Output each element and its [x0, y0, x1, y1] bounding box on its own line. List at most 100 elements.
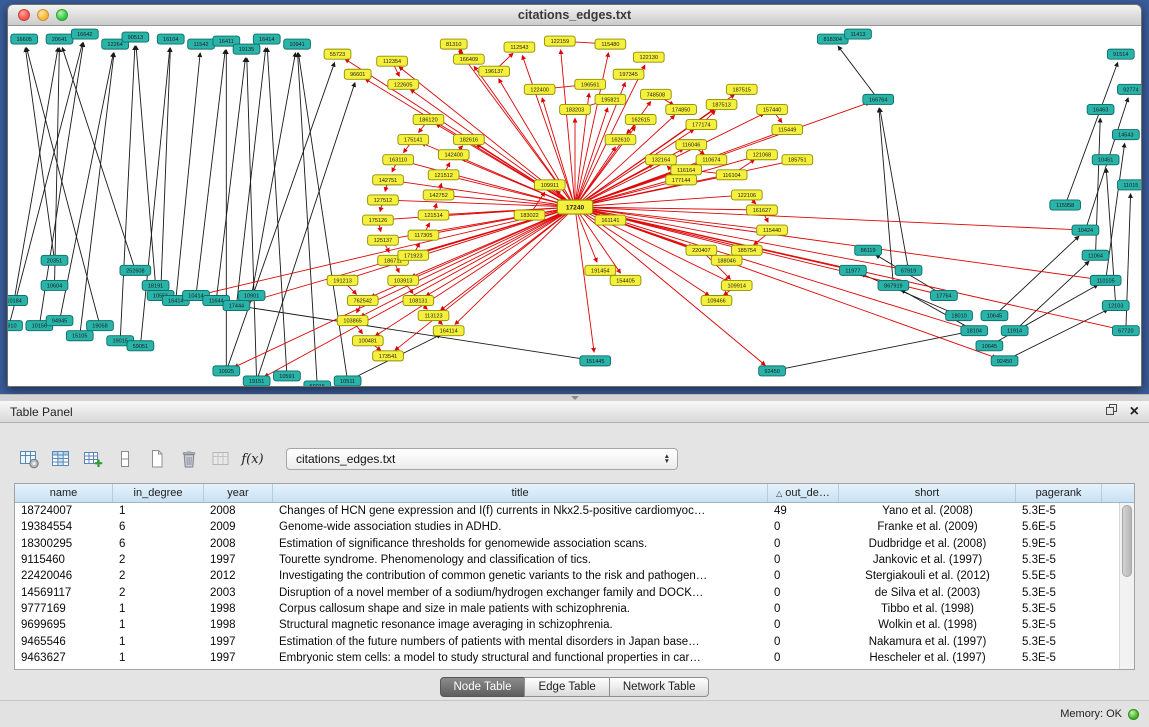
svg-text:10511: 10511	[340, 379, 355, 385]
table-cell: Disruption of a novel member of a sodium…	[273, 587, 768, 599]
table-row[interactable]: 946362711997Embryonic stem cells: a mode…	[15, 650, 1134, 666]
function-builder-icon[interactable]: f(x)	[240, 447, 265, 472]
table-row[interactable]: 946554611997Estimation of the future num…	[15, 633, 1134, 649]
svg-text:122106: 122106	[738, 193, 757, 199]
svg-text:16411: 16411	[219, 39, 234, 45]
svg-text:16414: 16414	[168, 299, 183, 305]
table-cell: Investigating the contribution of common…	[273, 570, 768, 582]
table-row[interactable]: 1938455462009Genome-wide association stu…	[15, 519, 1134, 535]
column-header-title[interactable]: title	[273, 484, 768, 502]
close-window-button[interactable]	[18, 9, 30, 21]
svg-text:10424: 10424	[1078, 228, 1093, 234]
column-header-in_degree[interactable]: in_degree	[113, 484, 204, 502]
svg-text:122159: 122159	[551, 39, 570, 45]
delete-icon[interactable]	[176, 447, 201, 472]
svg-text:16104: 16104	[163, 37, 178, 43]
minimize-window-button[interactable]	[37, 9, 49, 21]
splitter-handle-icon	[571, 396, 579, 400]
svg-text:162615: 162615	[631, 118, 650, 124]
table-cell: 2003	[204, 587, 273, 599]
table-row[interactable]: 2242004622012Investigating the contribut…	[15, 568, 1134, 584]
table-cell: 2009	[204, 521, 273, 533]
tab-node-table[interactable]: Node Table	[440, 677, 526, 697]
table-options-icon[interactable]	[16, 447, 41, 472]
svg-text:92450: 92450	[764, 369, 779, 375]
column-header-pagerank[interactable]: pagerank	[1016, 484, 1102, 502]
column-header-year[interactable]: year	[204, 484, 273, 502]
svg-text:11413: 11413	[850, 32, 865, 38]
svg-text:166764: 166764	[869, 97, 888, 103]
table-scrollbar-thumb[interactable]	[1122, 505, 1132, 577]
tab-network-table[interactable]: Network Table	[609, 677, 710, 697]
table-scrollbar[interactable]	[1119, 503, 1134, 669]
column-header-name[interactable]: name	[15, 484, 113, 502]
svg-text:175141: 175141	[404, 138, 423, 144]
svg-text:125137: 125137	[374, 238, 393, 244]
table-cell: 1997	[204, 636, 273, 648]
table-cell: Estimation of the future numbers of pati…	[273, 636, 768, 648]
column-header-out_de[interactable]: △out_de…	[768, 484, 839, 502]
svg-text:163110: 163110	[389, 158, 407, 164]
svg-text:175126: 175126	[369, 218, 388, 224]
panel-splitter[interactable]	[0, 394, 1149, 401]
svg-text:109466: 109466	[707, 299, 726, 305]
table-row[interactable]: 911546021997Tourette syndrome. Phenomeno…	[15, 552, 1134, 568]
svg-text:17444: 17444	[229, 304, 244, 310]
add-column-icon[interactable]	[80, 447, 105, 472]
svg-text:117305: 117305	[414, 233, 432, 239]
table-cell: 6	[113, 538, 204, 550]
svg-text:115480: 115480	[601, 42, 619, 48]
svg-text:67919: 67919	[901, 268, 916, 274]
table-cell: 0	[768, 538, 839, 550]
table-cell: Tibbo et al. (1998)	[839, 603, 1016, 615]
svg-text:121512: 121512	[434, 173, 453, 179]
table-cell: 5.3E-5	[1016, 603, 1102, 615]
memory-status-label: Memory: OK	[1060, 708, 1122, 720]
svg-text:86119: 86119	[861, 248, 876, 254]
svg-text:10451: 10451	[1098, 158, 1113, 164]
svg-text:122400: 122400	[530, 87, 549, 93]
rows-icon[interactable]	[112, 447, 137, 472]
svg-text:16463: 16463	[1093, 107, 1108, 113]
table-row[interactable]: 1456911722003Disruption of a novel membe…	[15, 584, 1134, 600]
svg-text:10645: 10645	[982, 344, 997, 350]
svg-text:10941: 10941	[289, 42, 304, 48]
close-panel-icon[interactable]: ×	[1130, 406, 1139, 418]
svg-text:252608: 252608	[126, 268, 145, 274]
svg-text:127512: 127512	[374, 198, 393, 204]
table-panel-body: f(x) citations_edges.txt ▲▼ namein_degre…	[0, 423, 1149, 700]
zoom-window-button[interactable]	[56, 9, 68, 21]
import-table-icon[interactable]	[208, 447, 233, 472]
application-window: citations_edges.txt 17240557231123549660…	[0, 0, 1149, 727]
new-document-icon[interactable]	[144, 447, 169, 472]
table-cell: 2	[113, 587, 204, 599]
table-cell: 5.3E-5	[1016, 636, 1102, 648]
float-panel-icon[interactable]	[1105, 403, 1118, 421]
network-window-titlebar[interactable]: citations_edges.txt	[8, 5, 1141, 26]
table-row[interactable]: 1830029562008Estimation of significance …	[15, 536, 1134, 552]
table-row[interactable]: 977716911998Corpus callosum shape and si…	[15, 601, 1134, 617]
svg-text:19135: 19135	[239, 47, 254, 53]
svg-text:162610: 162610	[611, 138, 630, 144]
memory-status-icon[interactable]	[1128, 709, 1139, 720]
svg-text:110105: 110105	[1097, 278, 1115, 284]
svg-text:115958: 115958	[1056, 203, 1074, 209]
table-cell: 5.3E-5	[1016, 652, 1102, 664]
table-cell: 0	[768, 570, 839, 582]
svg-text:748508: 748508	[647, 92, 666, 98]
network-canvas[interactable]: 1724055723112354966011226058131016640919…	[8, 26, 1141, 386]
network-table-select[interactable]: citations_edges.txt ▲▼	[286, 448, 678, 470]
svg-text:67720: 67720	[1118, 329, 1133, 335]
svg-text:10184: 10184	[8, 299, 22, 305]
tab-edge-table[interactable]: Edge Table	[524, 677, 609, 697]
table-row[interactable]: 1872400712008Changes of HCN gene express…	[15, 503, 1134, 519]
column-header-short[interactable]: short	[839, 484, 1016, 502]
combo-arrows-icon: ▲▼	[664, 454, 670, 464]
table-cell: 0	[768, 636, 839, 648]
svg-text:174850: 174850	[672, 107, 691, 113]
show-columns-icon[interactable]	[48, 447, 73, 472]
table-row[interactable]: 969969511998Structural magnetic resonanc…	[15, 617, 1134, 633]
svg-text:19058: 19058	[92, 324, 107, 330]
table-cell: Stergiakouli et al. (2012)	[839, 570, 1016, 582]
table-cell: Nakamura et al. (1997)	[839, 636, 1016, 648]
